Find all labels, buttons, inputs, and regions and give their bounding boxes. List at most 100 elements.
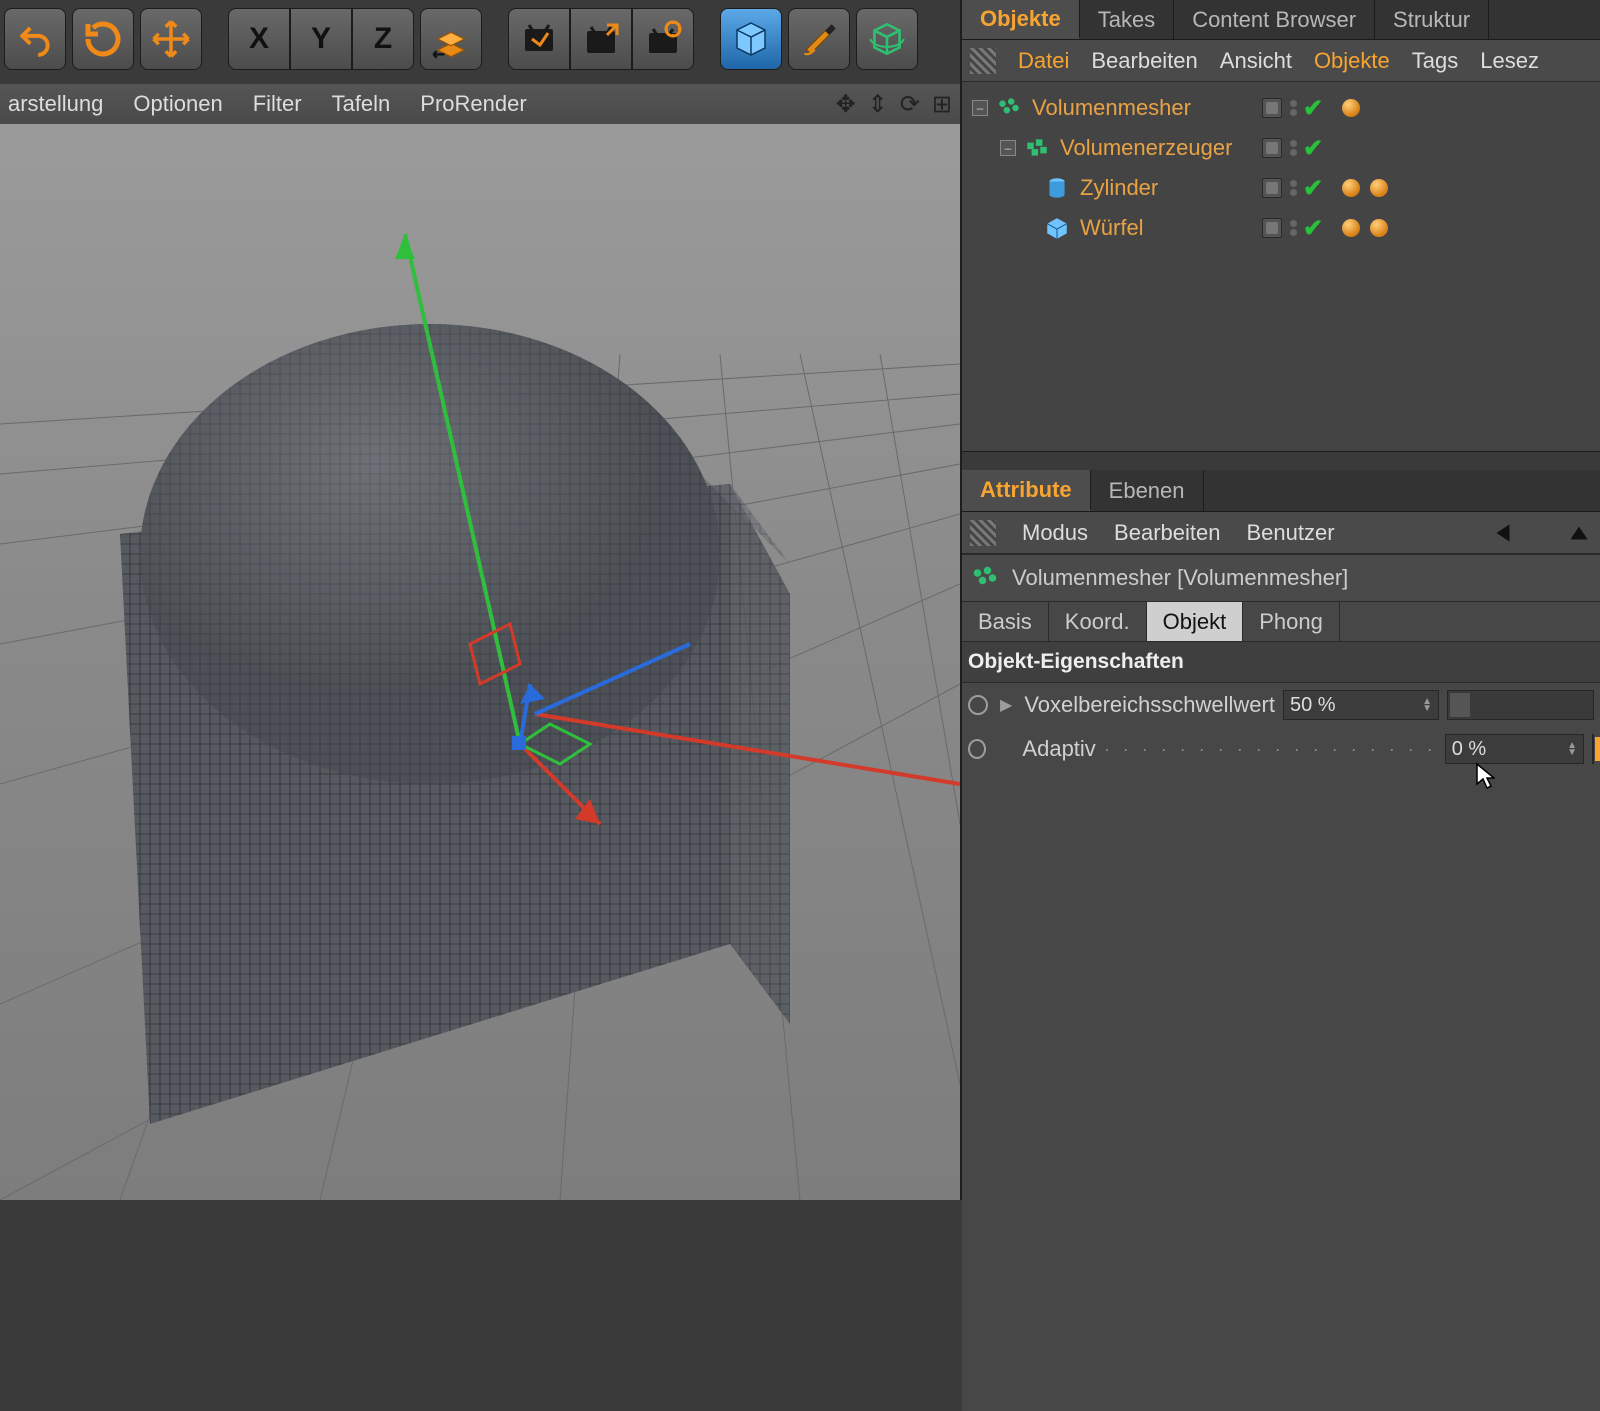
render-settings-button[interactable] xyxy=(632,8,694,70)
tab-ebenen[interactable]: Ebenen xyxy=(1091,470,1204,511)
viewport-3d[interactable] xyxy=(0,124,960,1200)
enable-toggle[interactable]: ✔ xyxy=(1303,94,1323,123)
am-subtabs: Basis Koord. Objekt Phong xyxy=(962,602,1600,642)
history-back-icon[interactable] xyxy=(1490,520,1516,546)
phong-tag-icon[interactable] xyxy=(1370,219,1388,237)
phong-tag-icon[interactable] xyxy=(1342,99,1360,117)
vpmenu-panels[interactable]: Tafeln xyxy=(332,91,391,117)
om-options-icon[interactable] xyxy=(970,48,996,74)
spline-pen-button[interactable] xyxy=(788,8,850,70)
undo-button[interactable] xyxy=(4,8,66,70)
render-group xyxy=(508,8,694,70)
am-menu-modus[interactable]: Modus xyxy=(1022,520,1088,546)
axis-y-button[interactable]: Y xyxy=(290,8,352,70)
am-options-icon[interactable] xyxy=(970,520,996,546)
om-tabs: Objekte Takes Content Browser Struktur xyxy=(962,0,1600,40)
cylinder-icon xyxy=(1044,175,1070,201)
phong-tag-icon[interactable] xyxy=(1370,179,1388,197)
enable-toggle[interactable]: ✔ xyxy=(1303,214,1323,243)
axis-z-label: Z xyxy=(374,22,392,56)
spinner-icon[interactable]: ▲▼ xyxy=(1422,698,1432,712)
generator-button[interactable] xyxy=(856,8,918,70)
adaptiv-slider[interactable] xyxy=(1592,734,1594,764)
adaptiv-input[interactable]: 0 % ▲▼ xyxy=(1445,734,1584,764)
volumemesher-icon xyxy=(970,563,1000,593)
am-menubar: Modus Bearbeiten Benutzer xyxy=(962,512,1600,554)
axis-z-button[interactable]: Z xyxy=(352,8,414,70)
axis-lock-group: X Y Z xyxy=(228,8,414,70)
anim-key-toggle[interactable] xyxy=(968,695,988,715)
subtab-phong[interactable]: Phong xyxy=(1243,602,1340,641)
axis-y-label: Y xyxy=(311,22,331,56)
primitive-cube-button[interactable] xyxy=(720,8,782,70)
om-menu-bearbeiten[interactable]: Bearbeiten xyxy=(1091,48,1197,74)
enable-toggle[interactable]: ✔ xyxy=(1303,134,1323,163)
tree-label: Volumenerzeuger xyxy=(1060,135,1232,161)
vp-nav-move-icon[interactable]: ✥ xyxy=(836,90,856,119)
object-manager: Objekte Takes Content Browser Struktur D… xyxy=(962,0,1600,452)
tree-label: Zylinder xyxy=(1080,175,1158,201)
volumemesher-icon xyxy=(996,95,1022,121)
attribute-manager: Attribute Ebenen Modus Bearbeiten Benutz… xyxy=(962,470,1600,1411)
vpmenu-view[interactable]: arstellung xyxy=(8,91,103,117)
viewport-menubar: arstellung Optionen Filter Tafeln ProRen… xyxy=(0,84,960,124)
expand-icon[interactable]: ▶ xyxy=(1000,695,1012,715)
om-menubar: Datei Bearbeiten Ansicht Objekte Tags Le… xyxy=(962,40,1600,82)
tags-column xyxy=(1342,88,1388,248)
prop-label: Voxelbereichsschwellwert xyxy=(1024,692,1275,718)
layer-toggle[interactable] xyxy=(1262,178,1282,198)
expand-toggle[interactable]: – xyxy=(1000,140,1016,156)
object-tree[interactable]: – Volumenmesher – Volumenerzeuger Zylind… xyxy=(962,82,1600,452)
prop-label: Adaptiv xyxy=(1022,736,1095,762)
subtab-koord[interactable]: Koord. xyxy=(1049,602,1147,641)
tab-takes[interactable]: Takes xyxy=(1080,0,1174,39)
vpmenu-filter[interactable]: Filter xyxy=(253,91,302,117)
visibility-column: ✔ ✔ ✔ ✔ xyxy=(1262,88,1323,248)
prop-adaptiv: ▶ Adaptiv · · · · · · · · · · · · · · · … xyxy=(962,727,1600,771)
am-menu-bearbeiten[interactable]: Bearbeiten xyxy=(1114,520,1220,546)
om-menu-datei[interactable]: Datei xyxy=(1018,48,1069,74)
layer-toggle[interactable] xyxy=(1262,98,1282,118)
expand-toggle[interactable]: – xyxy=(972,100,988,116)
am-menu-benutzer[interactable]: Benutzer xyxy=(1246,520,1334,546)
om-menu-ansicht[interactable]: Ansicht xyxy=(1220,48,1292,74)
vpmenu-options[interactable]: Optionen xyxy=(133,91,222,117)
vp-nav-maximize-icon[interactable]: ⊞ xyxy=(932,90,952,119)
anim-key-toggle[interactable] xyxy=(968,739,986,759)
phong-tag-icon[interactable] xyxy=(1342,179,1360,197)
am-tabs: Attribute Ebenen xyxy=(962,470,1600,512)
tab-struktur[interactable]: Struktur xyxy=(1375,0,1489,39)
layer-toggle[interactable] xyxy=(1262,138,1282,158)
tree-label: Würfel xyxy=(1080,215,1144,241)
history-up-icon[interactable] xyxy=(1566,520,1592,546)
phong-tag-icon[interactable] xyxy=(1342,219,1360,237)
subtab-basis[interactable]: Basis xyxy=(962,602,1049,641)
volumebuilder-icon xyxy=(1024,135,1050,161)
spinner-icon[interactable]: ▲▼ xyxy=(1567,742,1577,756)
vp-nav-zoom-icon[interactable]: ⇕ xyxy=(868,90,888,119)
om-menu-tags[interactable]: Tags xyxy=(1412,48,1458,74)
render-view-button[interactable] xyxy=(508,8,570,70)
render-pv-button[interactable] xyxy=(570,8,632,70)
label-dots: · · · · · · · · · · · · · · · · · · xyxy=(1104,739,1437,760)
tree-label: Volumenmesher xyxy=(1032,95,1191,121)
om-menu-objekte[interactable]: Objekte xyxy=(1314,48,1390,74)
rotate-tool-button[interactable] xyxy=(72,8,134,70)
voxel-threshold-input[interactable]: 50 % ▲▼ xyxy=(1283,690,1439,720)
axis-x-label: X xyxy=(249,22,269,56)
tab-content-browser[interactable]: Content Browser xyxy=(1174,0,1375,39)
coord-system-button[interactable] xyxy=(420,8,482,70)
om-menu-lesezeichen[interactable]: Lesez xyxy=(1480,48,1539,74)
voxel-threshold-slider[interactable] xyxy=(1447,690,1594,720)
axis-x-button[interactable]: X xyxy=(228,8,290,70)
layer-toggle[interactable] xyxy=(1262,218,1282,238)
numeric-value: 50 % xyxy=(1290,694,1336,717)
prop-voxel-threshold: ▶ Voxelbereichsschwellwert 50 % ▲▼ xyxy=(962,683,1600,727)
move-tool-button[interactable] xyxy=(140,8,202,70)
tab-objekte[interactable]: Objekte xyxy=(962,0,1080,39)
vp-nav-rotate-icon[interactable]: ⟳ xyxy=(900,90,920,119)
enable-toggle[interactable]: ✔ xyxy=(1303,174,1323,203)
vpmenu-prorender[interactable]: ProRender xyxy=(420,91,526,117)
tab-attribute[interactable]: Attribute xyxy=(962,470,1091,511)
subtab-objekt[interactable]: Objekt xyxy=(1147,602,1244,641)
